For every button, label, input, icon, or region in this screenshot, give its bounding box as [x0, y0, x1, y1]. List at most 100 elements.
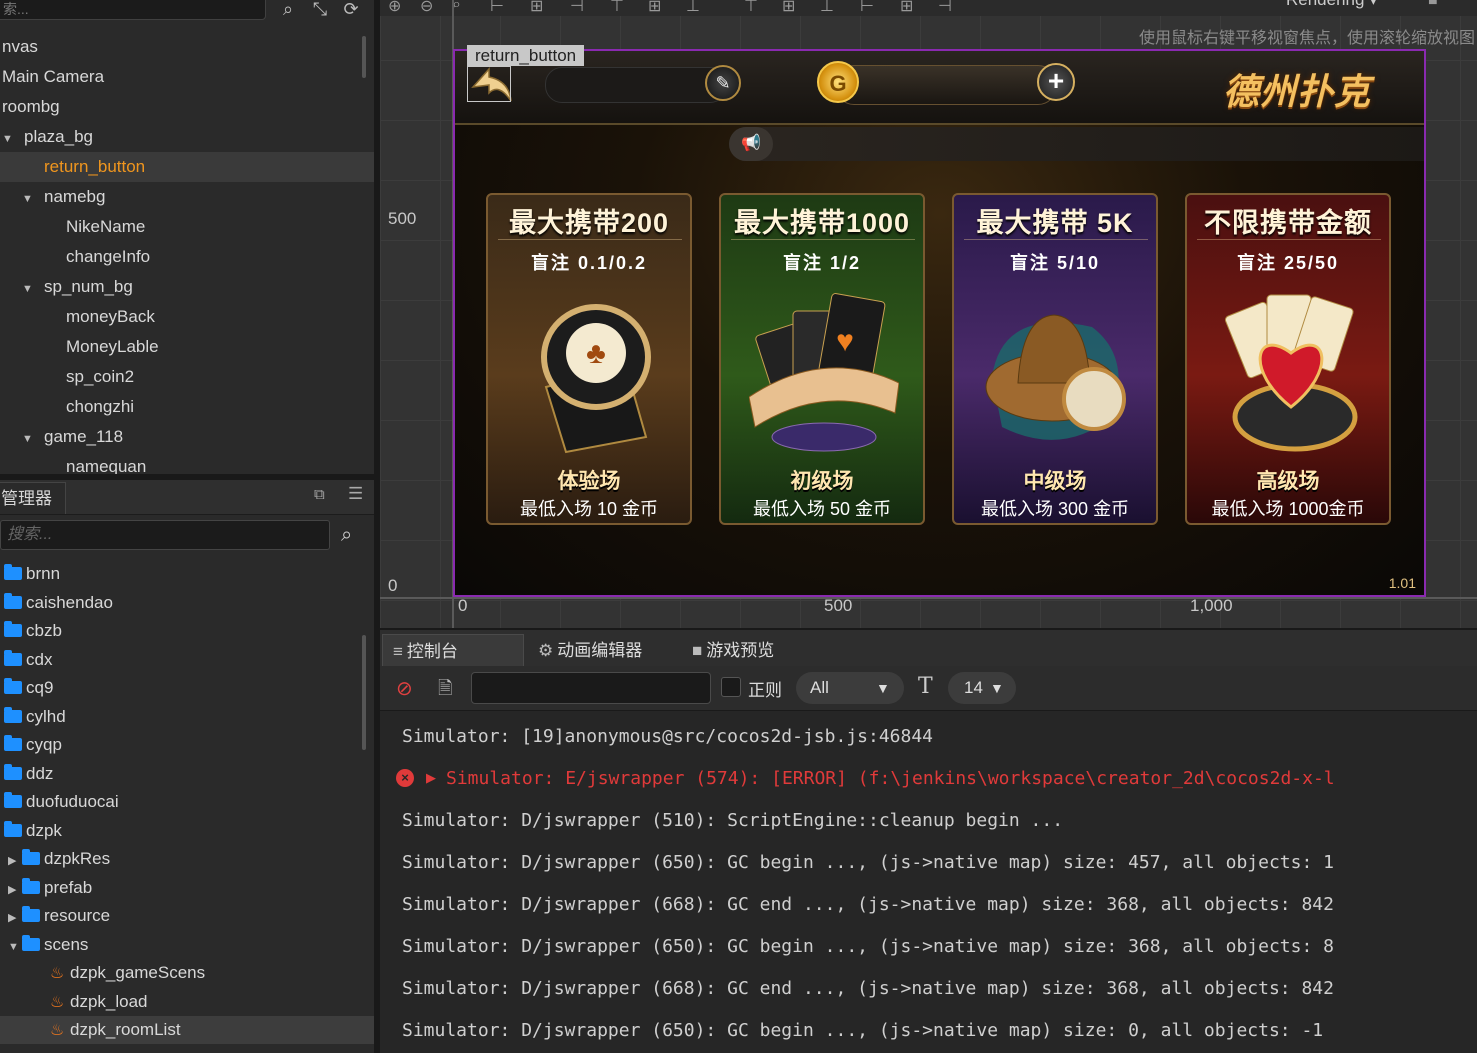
align-bottom-icon[interactable]: ⊥	[686, 0, 700, 16]
distribute-right-icon[interactable]: ⊣	[938, 0, 952, 16]
asset-item[interactable]: ddz	[0, 760, 360, 788]
hierarchy-search-input[interactable]: 索...	[0, 0, 266, 20]
asset-item[interactable]: cylhd	[0, 703, 360, 731]
console-filter-input[interactable]	[471, 672, 711, 704]
console-log-line[interactable]: Simulator: D/jswrapper (510): ScriptEngi…	[402, 800, 1063, 842]
zoom-out-icon[interactable]: ⊖	[420, 0, 433, 16]
log-file-icon[interactable]: 🗎	[438, 676, 452, 706]
tab-console[interactable]: ≡ 控制台	[382, 634, 524, 668]
hierarchy-node[interactable]: roombg	[0, 92, 358, 122]
assets-scrollbar[interactable]	[362, 635, 366, 750]
camera-icon[interactable]: ■	[1428, 0, 1438, 10]
tab-game-preview[interactable]: ■ 游戏预览	[682, 634, 820, 668]
regex-checkbox[interactable]	[721, 677, 741, 697]
console-log-line[interactable]: Simulator: D/jswrapper (650): GC begin .…	[402, 926, 1334, 968]
coin-balance-box	[835, 65, 1057, 105]
distribute-left-icon[interactable]: ⊢	[860, 0, 874, 16]
expand-caret-icon[interactable]: ▶	[8, 904, 22, 932]
expand-caret-icon[interactable]: ▼	[2, 124, 16, 154]
selected-node-gizmo[interactable]	[467, 66, 511, 102]
console-log-line[interactable]: Simulator: [19]anonymous@src/cocos2d-jsb…	[402, 716, 933, 758]
console-error-line[interactable]: Simulator: E/jswrapper (574): [ERROR] (f…	[446, 758, 1335, 800]
hierarchy-node-label: game_118	[44, 427, 124, 446]
console-log-line[interactable]: Simulator: D/jswrapper (650): GC begin .…	[402, 1010, 1323, 1052]
align-top-icon[interactable]: ⊤	[610, 0, 624, 16]
align-middle-icon[interactable]: ⊞	[648, 0, 661, 16]
align-left-icon[interactable]: ⊢	[490, 0, 504, 16]
expand-caret-icon[interactable]: ▼	[22, 274, 36, 304]
clear-icon[interactable]: ⊘	[396, 676, 413, 701]
room-card-advanced[interactable]: 不限携带金额 盲注 25/50 高级场 最低入场 1000金币	[1185, 193, 1391, 525]
asset-item[interactable]: ▼ scens	[0, 931, 364, 959]
distribute-middle-icon[interactable]: ⊞	[782, 0, 795, 16]
asset-item[interactable]: dzpk	[0, 817, 360, 845]
hierarchy-node[interactable]: return_button	[0, 152, 374, 182]
asset-item[interactable]: ▶ prefab	[0, 874, 364, 902]
font-size-select[interactable]: 14	[948, 672, 1016, 704]
expand-caret-icon[interactable]: ▶	[8, 876, 22, 904]
asset-item[interactable]: ♨ dzpk_roomList	[0, 1016, 374, 1044]
hierarchy-node[interactable]: ▼ plaza_bg	[0, 122, 358, 152]
console-log-line[interactable]: Simulator: D/jswrapper (650): GC begin .…	[402, 842, 1334, 884]
hierarchy-node[interactable]: ▼ namebg	[0, 182, 374, 212]
distribute-center-icon[interactable]: ⊞	[900, 0, 913, 16]
room-card-beginner[interactable]: 最大携带1000 盲注 1/2 ♥ 初级场 最低入场 50 金币	[719, 193, 925, 525]
hierarchy-node[interactable]: ▼ sp_num_bg	[0, 272, 374, 302]
console-log-line[interactable]: Simulator: D/jswrapper (668): GC end ...…	[402, 884, 1334, 926]
room-card-intermediate[interactable]: 最大携带 5K 盲注 5/10 中级场 最低入场 300 金币	[952, 193, 1158, 525]
asset-item-label: dzpkRes	[44, 849, 111, 868]
asset-item[interactable]: ♨ dzpk_load	[0, 988, 374, 1016]
hierarchy-scrollbar[interactable]	[362, 36, 366, 78]
hierarchy-node[interactable]: changeInfo	[0, 242, 374, 272]
align-center-icon[interactable]: ⊞	[530, 0, 543, 16]
hierarchy-node[interactable]: sp_coin2	[0, 362, 374, 392]
hierarchy-node[interactable]: namequan	[0, 452, 374, 474]
search-icon[interactable]: ⌕	[341, 524, 352, 547]
hierarchy-node[interactable]: nvas	[0, 32, 358, 62]
hierarchy-node[interactable]: NikeName	[0, 212, 374, 242]
asset-item[interactable]: ♨ dzpk_gameScens	[0, 959, 374, 987]
hierarchy-node[interactable]: Main Camera	[0, 62, 358, 92]
hierarchy-node-label: nvas	[2, 37, 38, 56]
distribute-bottom-icon[interactable]: ⊥	[820, 0, 834, 16]
expand-caret-icon[interactable]: ▼	[22, 424, 36, 454]
asset-item[interactable]: cyqp	[0, 731, 360, 759]
edit-icon[interactable]: ✎	[705, 65, 741, 101]
console-log-line[interactable]: Simulator: D/jswrapper (668): GC end ...…	[402, 968, 1334, 1010]
expand-caret-icon[interactable]: ▶	[426, 770, 436, 786]
search-icon[interactable]: ⌕	[277, 0, 299, 20]
asset-item[interactable]: caishendao	[0, 589, 360, 617]
asset-item[interactable]: cbzb	[0, 617, 360, 645]
rendering-dropdown[interactable]: Rendering ▾	[1286, 0, 1378, 10]
asset-item[interactable]: brnn	[0, 560, 360, 588]
recharge-plus-icon[interactable]: +	[1037, 63, 1075, 101]
assets-tab[interactable]: 管理器	[0, 482, 66, 514]
distribute-top-icon[interactable]: ⊤	[744, 0, 758, 16]
collapse-icon[interactable]: ⤡	[309, 0, 331, 20]
align-right-icon[interactable]: ⊣	[570, 0, 584, 16]
assets-search-input[interactable]: 搜索...	[0, 520, 330, 550]
room-card-trial[interactable]: 最大携带200 盲注 0.1/0.2 ♣ 体验场 最低入场 10 金币	[486, 193, 692, 525]
popout-icon[interactable]: ⧉	[314, 486, 325, 503]
asset-item[interactable]: ▶ resource	[0, 902, 364, 930]
refresh-icon[interactable]: ⟳	[340, 0, 362, 20]
hierarchy-node[interactable]: moneyBack	[0, 302, 374, 332]
expand-caret-icon[interactable]: ▼	[8, 933, 22, 961]
game-canvas[interactable]: ✎ G + 德州扑克 📢 最大携带200 盲注 0.1/0.2 ♣ 体验场 最低…	[453, 49, 1426, 597]
hierarchy-node[interactable]: ▼ game_118	[0, 422, 374, 452]
zoom-in-icon[interactable]: ⊕	[388, 0, 401, 16]
expand-caret-icon[interactable]: ▶	[8, 847, 22, 875]
asset-item[interactable]: cq9	[0, 674, 360, 702]
expand-caret-icon[interactable]: ▼	[22, 184, 36, 214]
folder-icon	[4, 649, 22, 666]
game-title: 德州扑克	[1223, 72, 1372, 113]
scene-file-icon: ♨	[49, 965, 65, 982]
hierarchy-node[interactable]: chongzhi	[0, 392, 374, 422]
asset-item[interactable]: cdx	[0, 646, 360, 674]
asset-item[interactable]: duofuduocai	[0, 788, 360, 816]
hierarchy-node-label: sp_num_bg	[44, 277, 133, 296]
tab-animation-editor[interactable]: ⚙ 动画编辑器	[528, 634, 676, 668]
asset-item[interactable]: ▶ dzpkRes	[0, 845, 364, 873]
menu-icon[interactable]: ☰	[348, 484, 363, 504]
hierarchy-node[interactable]: MoneyLable	[0, 332, 374, 362]
